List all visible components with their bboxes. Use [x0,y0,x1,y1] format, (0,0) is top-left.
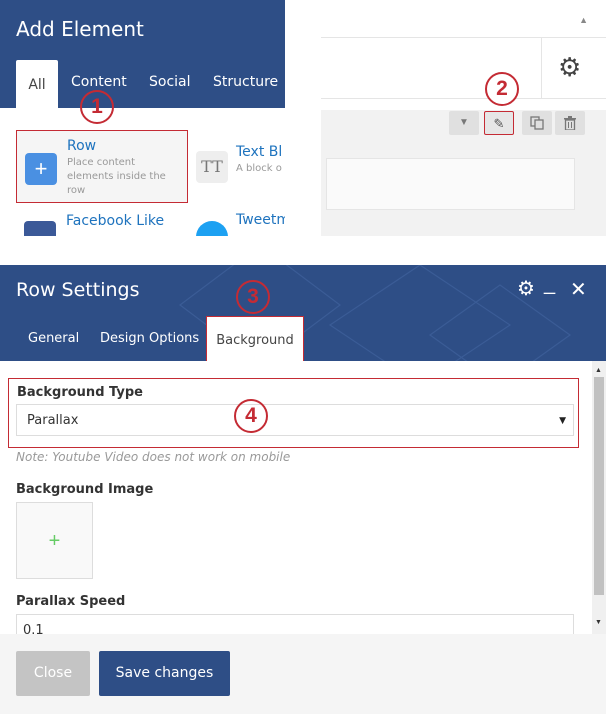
clone-row-button[interactable] [522,111,552,135]
row-controls-panel: ▲ ⚙ ▼ ✎ [321,0,606,236]
background-note: Note: Youtube Video does not work on mob… [16,450,291,464]
row-settings-modal: Row Settings ⚙ _ ✕ General Design Option… [0,265,606,714]
divider [321,98,606,99]
caret-down-icon: ▼ [559,416,566,426]
element-description: Place content elements inside the row [67,157,166,196]
step-badge-1: 1 [80,90,114,124]
element-tweetmeme-button[interactable]: Tweetm Button [190,205,285,236]
row-content-area [326,158,575,210]
step-badge-4: 4 [234,399,268,433]
add-element-panel: Add Element All Content Social Structure… [0,0,285,236]
parallax-speed-input[interactable]: 0.1 [16,614,574,634]
twitter-icon [196,221,228,236]
gear-icon[interactable]: ⚙ [558,53,581,83]
save-changes-button[interactable]: Save changes [99,651,230,696]
clone-icon [530,116,544,130]
element-name: Text Bl [236,144,283,160]
pencil-icon: ✎ [493,116,505,131]
tab-social[interactable]: Social [149,74,191,90]
background-image-label: Background Image [16,482,154,497]
modal-body: Background Type Parallax ▼ Note: Youtube… [0,361,592,634]
plus-icon: + [48,530,61,552]
minimize-icon[interactable]: _ [544,273,555,296]
scroll-up-icon[interactable]: ▲ [595,367,602,374]
scrollbar-thumb[interactable] [594,377,604,595]
tab-all[interactable]: All [16,60,58,108]
tab-background[interactable]: Background [206,316,304,361]
text-icon: TT [196,151,228,183]
modal-footer: Close Save changes [0,634,606,714]
element-name: Tweetm Button [236,212,285,228]
add-element-header: Add Element All Content Social Structure [0,0,285,108]
caret-up-icon[interactable]: ▲ [579,15,588,25]
element-description: A block o WYSIWYG [236,163,285,174]
background-type-select[interactable]: Parallax ▼ [16,404,574,436]
add-element-title: Add Element [16,17,144,41]
background-type-value: Parallax [27,413,79,428]
background-type-label: Background Type [17,385,143,400]
chevron-down-icon: ▼ [459,117,469,128]
toggle-row-button[interactable]: ▼ [449,111,479,135]
scrollbar[interactable]: ▲ ▼ [592,361,606,634]
tab-content[interactable]: Content [71,74,127,90]
tab-design-options[interactable]: Design Options [100,331,199,346]
parallax-speed-label: Parallax Speed [16,594,126,609]
delete-row-button[interactable] [555,111,585,135]
tab-structure[interactable]: Structure [213,74,278,90]
close-button[interactable]: Close [16,651,90,696]
row-controls: ▼ ✎ [321,110,606,236]
close-icon[interactable]: ✕ [570,277,587,302]
element-name: Facebook Like [66,213,165,229]
plus-icon: + [25,153,57,185]
scroll-down-icon[interactable]: ▼ [595,619,602,626]
facebook-icon [24,221,56,236]
element-row[interactable]: + Row Place content elements inside the … [16,130,188,203]
step-badge-3: 3 [236,280,270,314]
top-bar: ▲ [321,0,606,38]
gear-icon[interactable]: ⚙ [517,276,535,301]
background-type-group: Background Type Parallax ▼ [8,378,579,448]
add-image-button[interactable]: + [16,502,93,579]
element-facebook-like[interactable]: Facebook Like [16,205,188,236]
edit-row-button[interactable]: ✎ [484,111,514,135]
row-settings-header: Row Settings ⚙ _ ✕ General Design Option… [0,265,606,361]
element-name: Row [67,138,97,154]
tab-general[interactable]: General [28,331,79,346]
step-badge-2: 2 [485,72,519,106]
element-text-block[interactable]: TT Text Bl A block o WYSIWYG [190,134,285,206]
trash-icon [564,116,576,131]
modal-title: Row Settings [16,279,140,301]
